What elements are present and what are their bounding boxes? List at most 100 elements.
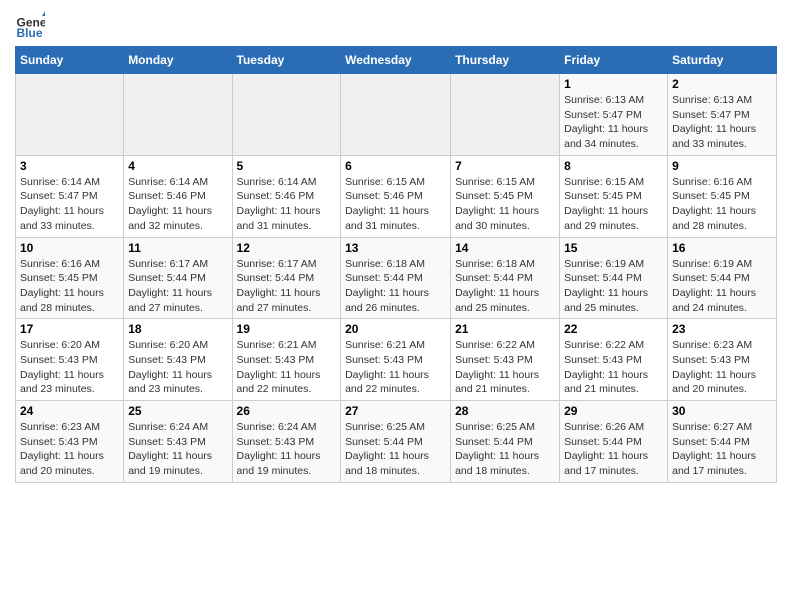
day-number: 10: [20, 241, 119, 255]
day-info: Sunrise: 6:22 AM Sunset: 5:43 PM Dayligh…: [455, 338, 555, 397]
day-info: Sunrise: 6:27 AM Sunset: 5:44 PM Dayligh…: [672, 420, 772, 479]
day-info: Sunrise: 6:23 AM Sunset: 5:43 PM Dayligh…: [672, 338, 772, 397]
header-day-saturday: Saturday: [668, 47, 777, 74]
calendar-cell: 2 Sunrise: 6:13 AM Sunset: 5:47 PM Daylig…: [668, 74, 777, 156]
calendar-cell: 26 Sunrise: 6:24 AM Sunset: 5:43 PM Dayli…: [232, 401, 341, 483]
day-number: 14: [455, 241, 555, 255]
day-info: Sunrise: 6:20 AM Sunset: 5:43 PM Dayligh…: [20, 338, 119, 397]
calendar-cell: 6Sunrise: 6:15 AM Sunset: 5:46 PM Daylig…: [341, 155, 451, 237]
logo-icon: General Blue: [15, 10, 45, 40]
calendar-cell: 7Sunrise: 6:15 AM Sunset: 5:45 PM Daylig…: [451, 155, 560, 237]
logo: General Blue: [15, 10, 49, 40]
calendar-cell: [16, 74, 124, 156]
header-day-thursday: Thursday: [451, 47, 560, 74]
day-info: Sunrise: 6:21 AM Sunset: 5:43 PM Dayligh…: [345, 338, 446, 397]
day-info: Sunrise: 6:18 AM Sunset: 5:44 PM Dayligh…: [345, 257, 446, 316]
day-number: 29: [564, 404, 663, 418]
calendar-cell: [232, 74, 341, 156]
calendar-cell: 11Sunrise: 6:17 AM Sunset: 5:44 PM Dayli…: [124, 237, 232, 319]
calendar-week-5: 24 Sunrise: 6:23 AM Sunset: 5:43 PM Dayli…: [16, 401, 777, 483]
day-info: Sunrise: 6:15 AM Sunset: 5:45 PM Dayligh…: [455, 175, 555, 234]
calendar-cell: 28 Sunrise: 6:25 AM Sunset: 5:44 PM Dayli…: [451, 401, 560, 483]
calendar-cell: 25 Sunrise: 6:24 AM Sunset: 5:43 PM Dayli…: [124, 401, 232, 483]
calendar-cell: 27 Sunrise: 6:25 AM Sunset: 5:44 PM Dayli…: [341, 401, 451, 483]
day-number: 12: [237, 241, 337, 255]
day-info: Sunrise: 6:25 AM Sunset: 5:44 PM Dayligh…: [455, 420, 555, 479]
calendar-cell: 30 Sunrise: 6:27 AM Sunset: 5:44 PM Dayli…: [668, 401, 777, 483]
day-number: 3: [20, 159, 119, 173]
day-number: 2: [672, 77, 772, 91]
day-info: Sunrise: 6:24 AM Sunset: 5:43 PM Dayligh…: [237, 420, 337, 479]
header-day-wednesday: Wednesday: [341, 47, 451, 74]
day-number: 1: [564, 77, 663, 91]
calendar-cell: 19 Sunrise: 6:21 AM Sunset: 5:43 PM Dayli…: [232, 319, 341, 401]
day-info: Sunrise: 6:24 AM Sunset: 5:43 PM Dayligh…: [128, 420, 227, 479]
day-number: 24: [20, 404, 119, 418]
page-header: General Blue: [15, 10, 777, 40]
day-number: 9: [672, 159, 772, 173]
day-info: Sunrise: 6:16 AM Sunset: 5:45 PM Dayligh…: [20, 257, 119, 316]
day-info: Sunrise: 6:13 AM Sunset: 5:47 PM Dayligh…: [672, 93, 772, 152]
day-number: 23: [672, 322, 772, 336]
day-info: Sunrise: 6:16 AM Sunset: 5:45 PM Dayligh…: [672, 175, 772, 234]
calendar-table: SundayMondayTuesdayWednesdayThursdayFrid…: [15, 46, 777, 483]
day-number: 16: [672, 241, 772, 255]
calendar-cell: [451, 74, 560, 156]
calendar-cell: 5Sunrise: 6:14 AM Sunset: 5:46 PM Daylig…: [232, 155, 341, 237]
day-number: 20: [345, 322, 446, 336]
day-info: Sunrise: 6:17 AM Sunset: 5:44 PM Dayligh…: [128, 257, 227, 316]
day-info: Sunrise: 6:13 AM Sunset: 5:47 PM Dayligh…: [564, 93, 663, 152]
day-info: Sunrise: 6:15 AM Sunset: 5:46 PM Dayligh…: [345, 175, 446, 234]
header-day-tuesday: Tuesday: [232, 47, 341, 74]
day-number: 8: [564, 159, 663, 173]
day-info: Sunrise: 6:23 AM Sunset: 5:43 PM Dayligh…: [20, 420, 119, 479]
day-info: Sunrise: 6:18 AM Sunset: 5:44 PM Dayligh…: [455, 257, 555, 316]
day-info: Sunrise: 6:14 AM Sunset: 5:46 PM Dayligh…: [128, 175, 227, 234]
day-number: 13: [345, 241, 446, 255]
header-day-monday: Monday: [124, 47, 232, 74]
calendar-cell: [124, 74, 232, 156]
day-number: 17: [20, 322, 119, 336]
day-info: Sunrise: 6:19 AM Sunset: 5:44 PM Dayligh…: [564, 257, 663, 316]
calendar-cell: 16Sunrise: 6:19 AM Sunset: 5:44 PM Dayli…: [668, 237, 777, 319]
calendar-cell: 1 Sunrise: 6:13 AM Sunset: 5:47 PM Daylig…: [560, 74, 668, 156]
calendar-week-4: 17 Sunrise: 6:20 AM Sunset: 5:43 PM Dayli…: [16, 319, 777, 401]
day-info: Sunrise: 6:17 AM Sunset: 5:44 PM Dayligh…: [237, 257, 337, 316]
calendar-header-row: SundayMondayTuesdayWednesdayThursdayFrid…: [16, 47, 777, 74]
day-info: Sunrise: 6:25 AM Sunset: 5:44 PM Dayligh…: [345, 420, 446, 479]
calendar-week-2: 3 Sunrise: 6:14 AM Sunset: 5:47 PM Daylig…: [16, 155, 777, 237]
calendar-cell: 20 Sunrise: 6:21 AM Sunset: 5:43 PM Dayli…: [341, 319, 451, 401]
day-number: 4: [128, 159, 227, 173]
calendar-cell: 17 Sunrise: 6:20 AM Sunset: 5:43 PM Dayli…: [16, 319, 124, 401]
calendar-cell: [341, 74, 451, 156]
day-number: 26: [237, 404, 337, 418]
day-number: 18: [128, 322, 227, 336]
day-number: 19: [237, 322, 337, 336]
calendar-cell: 21 Sunrise: 6:22 AM Sunset: 5:43 PM Dayli…: [451, 319, 560, 401]
day-number: 28: [455, 404, 555, 418]
day-info: Sunrise: 6:14 AM Sunset: 5:47 PM Dayligh…: [20, 175, 119, 234]
day-number: 22: [564, 322, 663, 336]
calendar-cell: 9 Sunrise: 6:16 AM Sunset: 5:45 PM Daylig…: [668, 155, 777, 237]
calendar-week-1: 1 Sunrise: 6:13 AM Sunset: 5:47 PM Daylig…: [16, 74, 777, 156]
calendar-cell: 22 Sunrise: 6:22 AM Sunset: 5:43 PM Dayli…: [560, 319, 668, 401]
day-number: 15: [564, 241, 663, 255]
day-info: Sunrise: 6:22 AM Sunset: 5:43 PM Dayligh…: [564, 338, 663, 397]
day-info: Sunrise: 6:21 AM Sunset: 5:43 PM Dayligh…: [237, 338, 337, 397]
header-day-friday: Friday: [560, 47, 668, 74]
day-info: Sunrise: 6:20 AM Sunset: 5:43 PM Dayligh…: [128, 338, 227, 397]
calendar-cell: 18 Sunrise: 6:20 AM Sunset: 5:43 PM Dayli…: [124, 319, 232, 401]
day-info: Sunrise: 6:26 AM Sunset: 5:44 PM Dayligh…: [564, 420, 663, 479]
calendar-cell: 29 Sunrise: 6:26 AM Sunset: 5:44 PM Dayli…: [560, 401, 668, 483]
day-number: 25: [128, 404, 227, 418]
calendar-cell: 3 Sunrise: 6:14 AM Sunset: 5:47 PM Daylig…: [16, 155, 124, 237]
calendar-cell: 8Sunrise: 6:15 AM Sunset: 5:45 PM Daylig…: [560, 155, 668, 237]
calendar-cell: 14 Sunrise: 6:18 AM Sunset: 5:44 PM Dayli…: [451, 237, 560, 319]
calendar-cell: 23 Sunrise: 6:23 AM Sunset: 5:43 PM Dayli…: [668, 319, 777, 401]
svg-text:Blue: Blue: [17, 26, 43, 40]
day-number: 21: [455, 322, 555, 336]
day-number: 27: [345, 404, 446, 418]
calendar-cell: 24 Sunrise: 6:23 AM Sunset: 5:43 PM Dayli…: [16, 401, 124, 483]
day-number: 30: [672, 404, 772, 418]
calendar-cell: 13 Sunrise: 6:18 AM Sunset: 5:44 PM Dayli…: [341, 237, 451, 319]
